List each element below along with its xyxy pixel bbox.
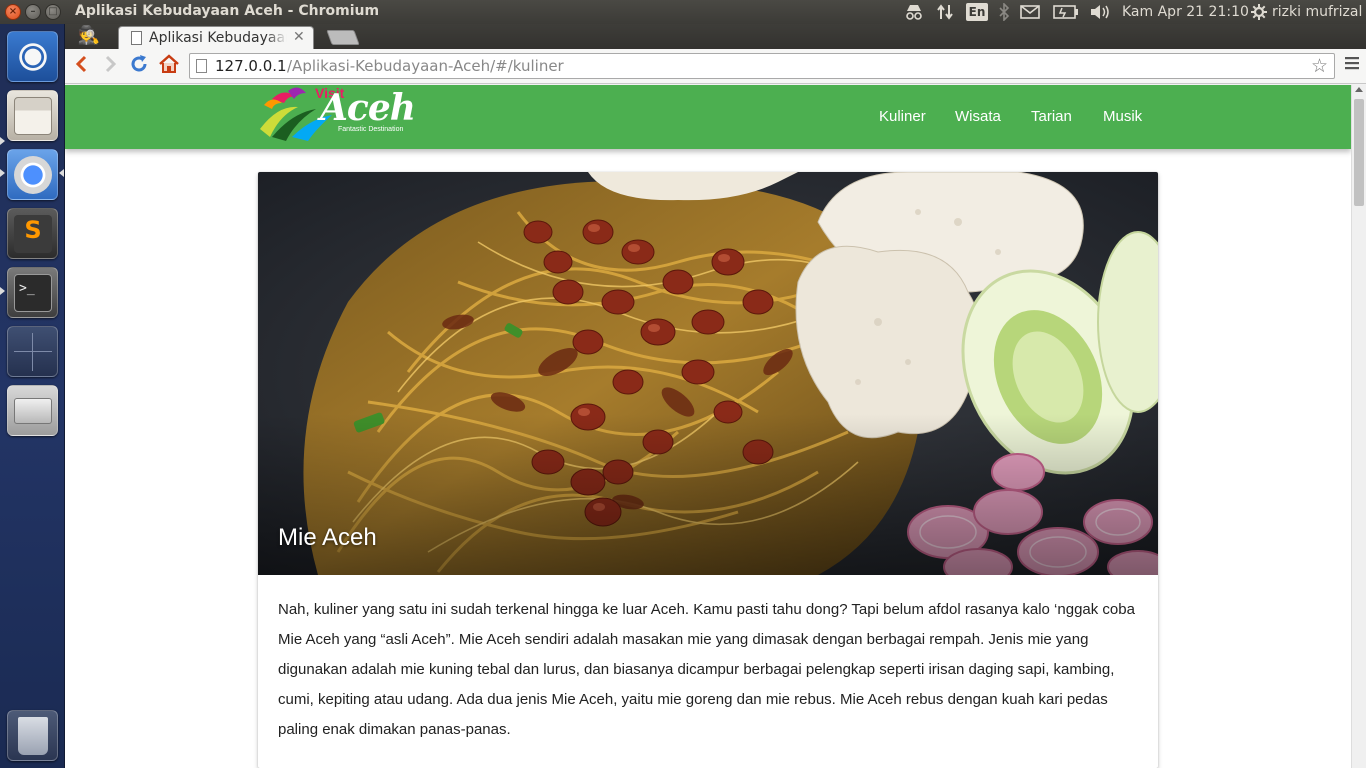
ubuntu-dash-launcher[interactable] bbox=[7, 31, 58, 82]
forward-button[interactable] bbox=[98, 54, 122, 78]
workspace-switcher-launcher[interactable] bbox=[7, 326, 58, 377]
running-indicator bbox=[0, 287, 5, 295]
page-icon bbox=[196, 59, 207, 73]
ubuntu-logo-icon bbox=[14, 38, 52, 76]
scroll-up-arrow-icon[interactable] bbox=[1355, 87, 1363, 92]
minimize-icon: – bbox=[30, 6, 36, 17]
keyboard-layout-indicator[interactable]: En bbox=[966, 3, 988, 21]
page-scrollbar[interactable] bbox=[1351, 85, 1366, 768]
browser-toolbar: 127.0.0.1 /Aplikasi-Kebudayaan-Aceh/#/ku… bbox=[65, 49, 1366, 84]
terminal-launcher[interactable]: >_ bbox=[7, 267, 58, 318]
url-path: /Aplikasi-Kebudayaan-Aceh/#/kuliner bbox=[287, 57, 564, 75]
terminal-icon: >_ bbox=[14, 274, 52, 312]
clock[interactable]: Kam Apr 21 21:10 bbox=[1122, 2, 1249, 22]
user-name[interactable]: rizki mufrizal bbox=[1272, 2, 1362, 22]
url-host: 127.0.0.1 bbox=[215, 57, 287, 75]
file-cabinet-icon bbox=[14, 97, 52, 135]
logo-tagline: Fantastic Destination bbox=[338, 126, 404, 133]
mail-icon[interactable] bbox=[1019, 2, 1041, 22]
drive-launcher[interactable] bbox=[7, 385, 58, 436]
browser-tabstrip: 🕵 Aplikasi Kebudayaan Aceh ✕ bbox=[65, 24, 1366, 49]
page-viewport: Visit Aceh Fantastic Destination Kuliner… bbox=[65, 85, 1351, 768]
window-minimize-button[interactable]: – bbox=[25, 4, 41, 20]
nav-link-musik[interactable]: Musik bbox=[1103, 108, 1142, 125]
hard-drive-icon bbox=[14, 398, 52, 424]
card-description: Nah, kuliner yang satu ini sudah terkena… bbox=[278, 601, 1135, 738]
nav-link-wisata[interactable]: Wisata bbox=[955, 108, 1001, 125]
window-maximize-button[interactable]: □ bbox=[45, 4, 61, 20]
network-icon[interactable] bbox=[934, 2, 956, 22]
gear-icon[interactable] bbox=[1250, 2, 1268, 22]
unity-launcher: S >_ bbox=[0, 24, 65, 768]
page-favicon-icon bbox=[131, 31, 142, 45]
reload-button[interactable] bbox=[127, 54, 151, 78]
visit-aceh-logo[interactable]: Visit Aceh Fantastic Destination bbox=[258, 85, 416, 143]
site-navbar: Visit Aceh Fantastic Destination Kuliner… bbox=[65, 85, 1351, 149]
focus-indicator bbox=[59, 169, 64, 177]
tab-aplikasi-kebudayaan-aceh[interactable]: Aplikasi Kebudayaan Aceh ✕ bbox=[118, 26, 314, 49]
bluetooth-icon[interactable] bbox=[995, 2, 1013, 22]
incognito-indicator-icon[interactable] bbox=[902, 2, 926, 22]
trash-launcher[interactable] bbox=[7, 710, 58, 761]
address-bar[interactable]: 127.0.0.1 /Aplikasi-Kebudayaan-Aceh/#/ku… bbox=[189, 53, 1335, 79]
nav-link-tarian[interactable]: Tarian bbox=[1031, 108, 1072, 125]
back-button[interactable] bbox=[70, 54, 94, 78]
tab-title: Aplikasi Kebudayaan Aceh bbox=[149, 30, 287, 46]
browser-menu-button[interactable] bbox=[1342, 55, 1362, 77]
card-title: Mie Aceh bbox=[278, 524, 377, 551]
nav-link-kuliner[interactable]: Kuliner bbox=[879, 108, 926, 125]
system-top-panel: × – □ Aplikasi Kebudayaan Aceh - Chromiu… bbox=[0, 0, 1366, 24]
chromium-icon bbox=[14, 156, 52, 194]
files-launcher[interactable] bbox=[7, 90, 58, 141]
sublime-text-icon: S bbox=[14, 215, 52, 253]
food-card: Mie Aceh Nah, kuliner yang satu ini suda… bbox=[258, 172, 1158, 768]
sublime-text-launcher[interactable]: S bbox=[7, 208, 58, 259]
trash-icon bbox=[18, 717, 48, 755]
scrollbar-thumb[interactable] bbox=[1354, 99, 1364, 206]
window-close-button[interactable]: × bbox=[5, 4, 21, 20]
logo-aceh-text: Aceh bbox=[320, 87, 416, 129]
battery-icon[interactable] bbox=[1052, 2, 1080, 22]
bookmark-star-icon[interactable]: ☆ bbox=[1311, 55, 1328, 77]
chromium-launcher[interactable] bbox=[7, 149, 58, 200]
volume-icon[interactable] bbox=[1088, 2, 1112, 22]
running-indicator bbox=[0, 137, 5, 145]
maximize-icon: □ bbox=[48, 6, 58, 17]
window-title: Aplikasi Kebudayaan Aceh - Chromium bbox=[75, 3, 380, 19]
running-indicator bbox=[0, 169, 5, 177]
home-button[interactable] bbox=[157, 54, 181, 78]
close-icon: × bbox=[8, 6, 18, 17]
tab-close-icon[interactable]: ✕ bbox=[293, 29, 305, 45]
workspace-grid-icon bbox=[14, 333, 52, 371]
incognito-icon: 🕵 bbox=[77, 25, 101, 46]
mie-aceh-photo: Mie Aceh bbox=[258, 172, 1158, 575]
new-tab-button[interactable] bbox=[326, 30, 360, 45]
